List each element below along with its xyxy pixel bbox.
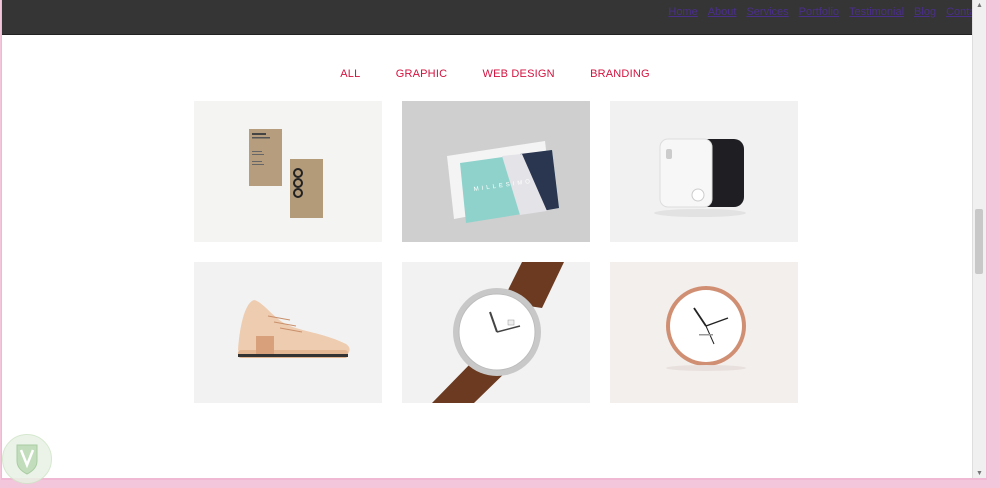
wall-clock-image <box>610 262 798 403</box>
portfolio-item-business-card-millesimo[interactable]: MILLESIMO <box>402 101 590 242</box>
nav-link-about[interactable]: About <box>708 6 737 18</box>
watermark-logo-badge <box>2 434 52 484</box>
scroll-down-arrow-icon[interactable]: ▼ <box>973 468 986 478</box>
filter-branding[interactable]: BRANDING <box>590 68 650 80</box>
wristwatch-image <box>402 262 590 403</box>
portfolio-item-portable-device[interactable] <box>610 101 798 242</box>
scrollbar-thumb[interactable] <box>975 209 983 274</box>
sneaker-image <box>194 262 382 403</box>
portfolio-filter-bar: ALL GRAPHIC WEB DESIGN BRANDING <box>2 68 986 80</box>
portfolio-item-sneaker[interactable] <box>194 262 382 403</box>
portfolio-item-wall-clock[interactable] <box>610 262 798 403</box>
nav-link-services[interactable]: Services <box>746 6 788 18</box>
portfolio-grid: MILLESIMO <box>194 101 798 403</box>
nav-link-blog[interactable]: Blog <box>914 6 936 18</box>
main-nav: Home About Services Portfolio Testimonia… <box>668 6 984 18</box>
filter-web-design[interactable]: WEB DESIGN <box>483 68 555 80</box>
browser-window: Home About Services Portfolio Testimonia… <box>1 0 987 480</box>
business-cards-kraft-image <box>194 101 382 242</box>
scroll-up-arrow-icon[interactable]: ▲ <box>973 0 986 12</box>
nav-link-portfolio[interactable]: Portfolio <box>799 6 839 18</box>
filter-graphic[interactable]: GRAPHIC <box>396 68 448 80</box>
vertical-scrollbar[interactable]: ▲ ▼ <box>972 0 986 478</box>
shield-logo-icon <box>16 444 38 475</box>
top-navigation-bar: Home About Services Portfolio Testimonia… <box>2 0 986 35</box>
portfolio-item-wristwatch[interactable] <box>402 262 590 403</box>
filter-all[interactable]: ALL <box>340 68 360 80</box>
nav-link-testimonial[interactable]: Testimonial <box>849 6 904 18</box>
portfolio-item-business-cards-kraft[interactable] <box>194 101 382 242</box>
business-card-millesimo-image: MILLESIMO <box>402 101 590 242</box>
portable-device-image <box>610 101 798 242</box>
nav-link-home[interactable]: Home <box>668 6 697 18</box>
